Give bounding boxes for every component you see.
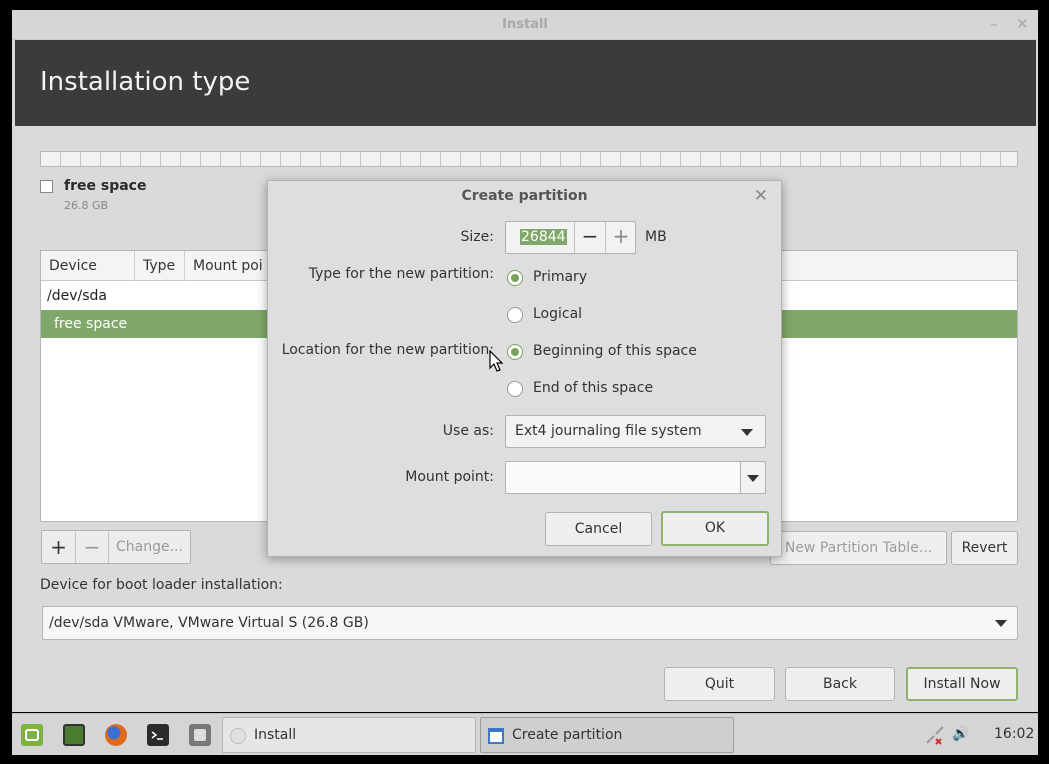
mount-point-label: Mount point: bbox=[405, 469, 494, 485]
add-partition-button[interactable]: + bbox=[42, 531, 76, 563]
logical-radio-label[interactable]: Logical bbox=[533, 306, 582, 322]
size-spinbox[interactable]: 26844 − + bbox=[505, 221, 636, 254]
taskbar-item-label: Install bbox=[254, 727, 297, 743]
window-titlebar: Install – ✕ bbox=[12, 10, 1038, 40]
partition-bar bbox=[40, 151, 1018, 167]
show-desktop-icon[interactable] bbox=[63, 724, 85, 746]
end-radio-label[interactable]: End of this space bbox=[533, 380, 653, 396]
mount-point-input[interactable] bbox=[505, 461, 741, 494]
boot-loader-label: Device for boot loader installation: bbox=[40, 577, 283, 593]
size-unit: MB bbox=[645, 229, 667, 245]
partition-type-label: Type for the new partition: bbox=[308, 266, 494, 282]
network-disconnected-icon[interactable] bbox=[924, 725, 946, 747]
size-decrement-button[interactable]: − bbox=[574, 222, 605, 253]
page-header: Installation type bbox=[15, 40, 1036, 126]
change-partition-button[interactable]: Change... bbox=[109, 531, 190, 563]
install-now-button[interactable]: Install Now bbox=[906, 667, 1018, 701]
remove-partition-button[interactable]: − bbox=[76, 531, 109, 563]
file-manager-icon[interactable] bbox=[189, 724, 211, 746]
end-radio[interactable] bbox=[507, 381, 523, 397]
taskbar: Install Create partition 🔊 16:02 bbox=[12, 713, 1038, 755]
beginning-radio-label[interactable]: Beginning of this space bbox=[533, 343, 697, 359]
size-value[interactable]: 26844 bbox=[520, 229, 567, 245]
size-increment-button[interactable]: + bbox=[605, 222, 636, 253]
beginning-radio[interactable] bbox=[507, 344, 523, 360]
quit-button[interactable]: Quit bbox=[664, 667, 775, 701]
size-label: Size: bbox=[460, 229, 494, 245]
logical-radio[interactable] bbox=[507, 307, 523, 323]
location-label: Location for the new partition: bbox=[281, 342, 494, 358]
terminal-icon[interactable] bbox=[147, 724, 169, 746]
window-title: Install bbox=[502, 17, 548, 32]
column-header-mount-point[interactable]: Mount poi bbox=[185, 251, 275, 281]
use-as-value: Ext4 journaling file system bbox=[515, 423, 702, 439]
use-as-select[interactable]: Ext4 journaling file system bbox=[505, 415, 766, 448]
use-as-label: Use as: bbox=[442, 423, 494, 439]
page-title: Installation type bbox=[40, 67, 251, 97]
new-partition-table-button[interactable]: New Partition Table... bbox=[770, 531, 947, 565]
install-app-icon bbox=[230, 728, 246, 744]
boot-loader-value: /dev/sda VMware, VMware Virtual S (26.8 … bbox=[49, 615, 369, 631]
chevron-down-icon bbox=[995, 620, 1007, 627]
primary-radio[interactable] bbox=[507, 270, 523, 286]
mount-point-dropdown-button[interactable] bbox=[740, 461, 766, 494]
dialog-title: Create partition bbox=[461, 188, 588, 204]
legend-size: 26.8 GB bbox=[64, 199, 109, 212]
chevron-down-icon bbox=[747, 475, 759, 482]
mint-menu-icon[interactable] bbox=[21, 724, 43, 746]
back-button[interactable]: Back bbox=[785, 667, 895, 701]
revert-button[interactable]: Revert bbox=[951, 531, 1018, 565]
close-button[interactable]: ✕ bbox=[1016, 15, 1029, 33]
window-icon bbox=[488, 728, 504, 744]
clock[interactable]: 16:02 bbox=[994, 726, 1034, 742]
mouse-pointer-icon bbox=[489, 350, 504, 372]
column-header-device[interactable]: Device bbox=[41, 251, 135, 281]
firefox-icon[interactable] bbox=[105, 724, 127, 746]
create-partition-dialog: Create partition ✕ Size: 26844 − + MB Ty… bbox=[267, 180, 782, 557]
primary-radio-label[interactable]: Primary bbox=[533, 269, 587, 285]
ok-button[interactable]: OK bbox=[661, 511, 769, 546]
column-header-type[interactable]: Type bbox=[135, 251, 185, 281]
table-toolbar: + − Change... bbox=[41, 530, 191, 564]
chevron-down-icon bbox=[741, 429, 753, 436]
dialog-close-button[interactable]: ✕ bbox=[754, 186, 768, 206]
cancel-button[interactable]: Cancel bbox=[545, 512, 652, 546]
legend-swatch bbox=[40, 180, 53, 193]
minimize-button[interactable]: – bbox=[990, 15, 998, 33]
taskbar-item-create-partition[interactable]: Create partition bbox=[480, 717, 734, 753]
taskbar-item-install[interactable]: Install bbox=[222, 717, 476, 753]
legend-name: free space bbox=[64, 178, 147, 194]
boot-loader-select[interactable]: /dev/sda VMware, VMware Virtual S (26.8 … bbox=[42, 606, 1018, 640]
taskbar-item-label: Create partition bbox=[512, 727, 623, 743]
volume-icon[interactable]: 🔊 bbox=[952, 726, 969, 742]
